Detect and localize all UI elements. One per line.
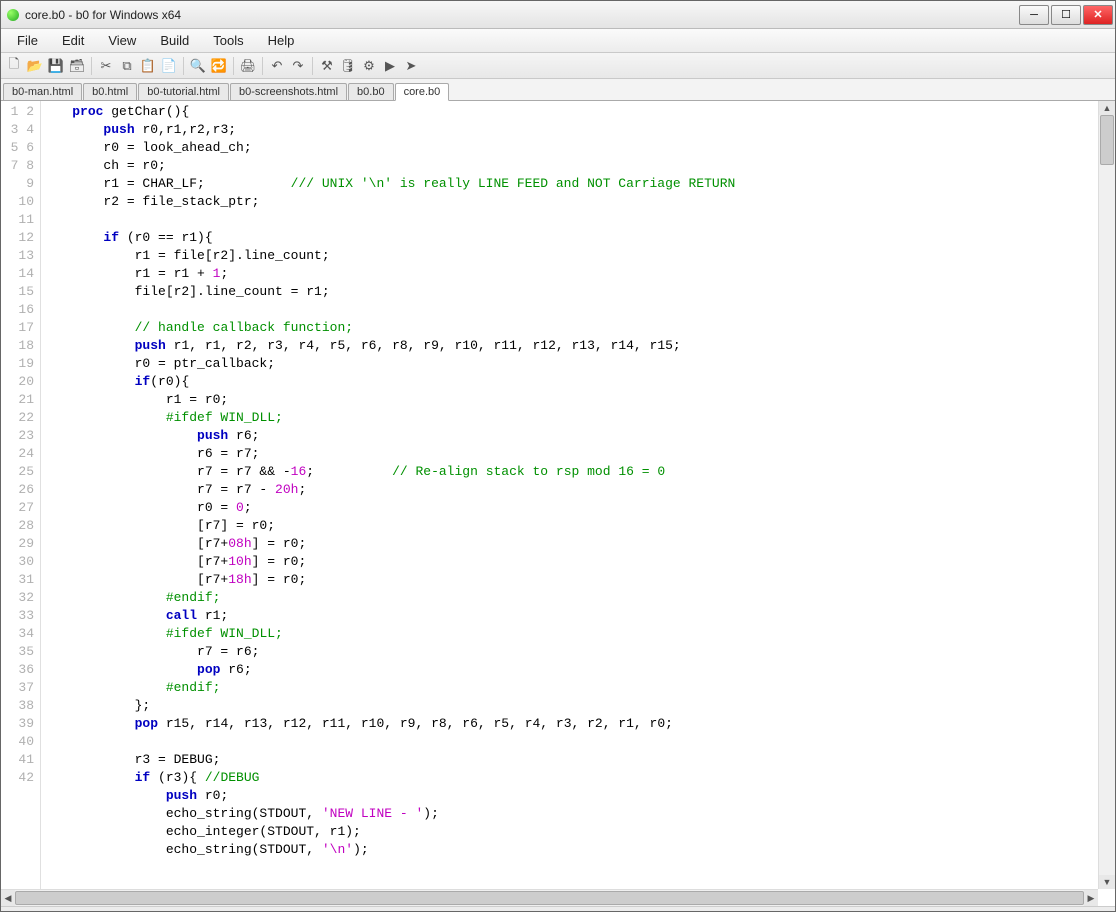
code-view[interactable]: proc getChar(){ push r0,r1,r2,r3; r0 = l…: [41, 101, 1098, 889]
debug-icon[interactable]: ➤: [402, 57, 420, 75]
settings-icon[interactable]: ⚙: [360, 57, 378, 75]
menu-file[interactable]: File: [5, 29, 50, 52]
menu-edit[interactable]: Edit: [50, 29, 96, 52]
tab-b0-html[interactable]: b0.html: [83, 83, 137, 100]
copy-icon[interactable]: ⧉: [118, 57, 136, 75]
undo-icon[interactable]: ↶: [268, 57, 286, 75]
vscroll-thumb[interactable]: [1100, 115, 1114, 165]
minimize-button[interactable]: ─: [1019, 5, 1049, 25]
scroll-up-icon[interactable]: ▲: [1099, 101, 1115, 115]
redo-icon[interactable]: ↷: [289, 57, 307, 75]
cut-icon[interactable]: ✂: [97, 57, 115, 75]
title-bar: core.b0 - b0 for Windows x64 ─ ☐ ✕: [1, 1, 1115, 29]
paste2-icon[interactable]: 📄: [160, 57, 178, 75]
toolbar: 🗋📂💾🗃 ✂⧉📋📄 🔍🔁 🖨 ↶↷ ⚒🛢⚙▶➤: [1, 53, 1115, 79]
toolbar-separator: [233, 57, 234, 75]
save-icon[interactable]: 💾: [47, 57, 65, 75]
horizontal-scrollbar[interactable]: ◀ ▶: [1, 889, 1098, 906]
tab-core-b0[interactable]: core.b0: [395, 83, 450, 101]
status-bar: [1, 906, 1115, 911]
db-icon[interactable]: 🛢: [339, 57, 357, 75]
scroll-right-icon[interactable]: ▶: [1084, 890, 1098, 906]
compile-icon[interactable]: ⚒: [318, 57, 336, 75]
tab-b0-screenshots-html[interactable]: b0-screenshots.html: [230, 83, 347, 100]
tab-b0-tutorial-html[interactable]: b0-tutorial.html: [138, 83, 229, 100]
vertical-scrollbar[interactable]: ▲ ▼: [1098, 101, 1115, 889]
app-icon: [7, 9, 19, 21]
tab-bar: b0-man.htmlb0.htmlb0-tutorial.htmlb0-scr…: [1, 79, 1115, 101]
tab-b0-b0[interactable]: b0.b0: [348, 83, 394, 100]
maximize-button[interactable]: ☐: [1051, 5, 1081, 25]
hscroll-track[interactable]: [15, 890, 1084, 906]
saveall-icon[interactable]: 🗃: [68, 57, 86, 75]
hscroll-thumb[interactable]: [15, 891, 1084, 905]
open-icon[interactable]: 📂: [26, 57, 44, 75]
close-button[interactable]: ✕: [1083, 5, 1113, 25]
menu-view[interactable]: View: [96, 29, 148, 52]
replace-icon[interactable]: 🔁: [210, 57, 228, 75]
menu-tools[interactable]: Tools: [201, 29, 255, 52]
menu-build[interactable]: Build: [148, 29, 201, 52]
editor-area: 1 2 3 4 5 6 7 8 9 10 11 12 13 14 15 16 1…: [1, 101, 1115, 889]
toolbar-separator: [262, 57, 263, 75]
print-icon[interactable]: 🖨: [239, 57, 257, 75]
menu-bar: FileEditViewBuildToolsHelp: [1, 29, 1115, 53]
scroll-left-icon[interactable]: ◀: [1, 890, 15, 906]
find-icon[interactable]: 🔍: [189, 57, 207, 75]
new-icon[interactable]: 🗋: [5, 57, 23, 75]
scroll-down-icon[interactable]: ▼: [1099, 875, 1115, 889]
line-number-gutter: 1 2 3 4 5 6 7 8 9 10 11 12 13 14 15 16 1…: [1, 101, 41, 889]
window-buttons: ─ ☐ ✕: [1017, 5, 1113, 25]
tab-b0-man-html[interactable]: b0-man.html: [3, 83, 82, 100]
menu-help[interactable]: Help: [256, 29, 307, 52]
toolbar-separator: [183, 57, 184, 75]
run-icon[interactable]: ▶: [381, 57, 399, 75]
window-title: core.b0 - b0 for Windows x64: [25, 8, 1017, 22]
toolbar-separator: [91, 57, 92, 75]
paste-icon[interactable]: 📋: [139, 57, 157, 75]
toolbar-separator: [312, 57, 313, 75]
